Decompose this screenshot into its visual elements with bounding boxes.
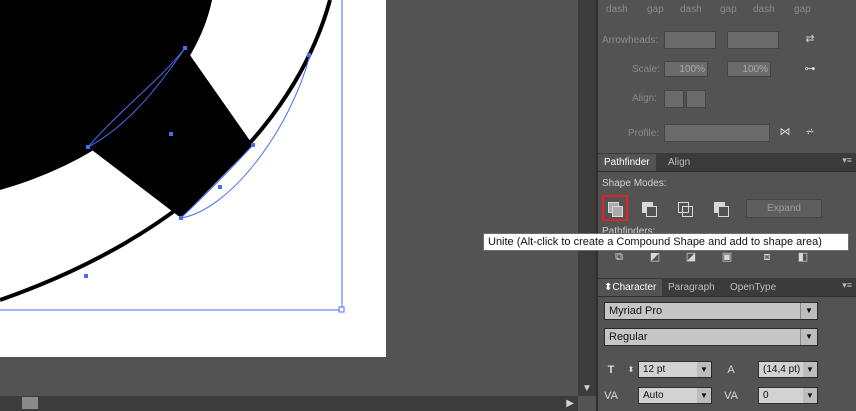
tab-pathfinder[interactable]: Pathfinder bbox=[598, 154, 656, 171]
font-size-value: 12 pt bbox=[643, 364, 666, 375]
scroll-down-arrow-icon[interactable]: ▼ bbox=[582, 383, 592, 394]
artwork[interactable] bbox=[0, 0, 578, 396]
dash-label: dash bbox=[680, 4, 702, 15]
trim-icon[interactable]: ◩ bbox=[646, 249, 664, 265]
kerning-field[interactable]: Auto bbox=[638, 387, 700, 404]
gap-label: gap bbox=[720, 4, 737, 15]
character-tabbar: ⬍Character Paragraph OpenType ▾≡ bbox=[598, 278, 856, 297]
pathfinder-tabbar: Pathfinder Align ▾≡ bbox=[598, 153, 856, 172]
tab-character[interactable]: ⬍Character bbox=[598, 279, 663, 296]
tab-character-label: Character bbox=[612, 282, 657, 293]
chevron-down-icon[interactable]: ▼ bbox=[803, 388, 817, 403]
unite-tooltip: Unite (Alt-click to create a Compound Sh… bbox=[483, 233, 849, 251]
panel-menu-icon[interactable]: ▾≡ bbox=[842, 280, 852, 291]
horizontal-scrollbar[interactable]: ▶ bbox=[0, 396, 578, 411]
expand-button[interactable]: Expand bbox=[746, 199, 822, 218]
unite-highlight bbox=[602, 195, 628, 221]
leading-icon: A bbox=[727, 364, 735, 376]
arrowheads-label: Arrowheads: bbox=[602, 35, 659, 46]
minus-back-icon[interactable]: ◧ bbox=[794, 249, 812, 265]
tab-align[interactable]: Align bbox=[662, 154, 696, 171]
leading-field[interactable]: (14,4 pt) bbox=[758, 361, 806, 378]
minus-front-icon[interactable] bbox=[640, 200, 658, 217]
leading-value: (14,4 pt) bbox=[763, 364, 801, 375]
kerning-dropdown[interactable]: ▼ bbox=[697, 387, 712, 404]
tab-opentype[interactable]: OpenType bbox=[724, 279, 782, 296]
chevron-down-icon[interactable]: ▼ bbox=[803, 362, 817, 377]
kerning-value: Auto bbox=[643, 390, 664, 401]
intersect-icon[interactable] bbox=[676, 200, 694, 217]
scroll-thumb[interactable] bbox=[22, 397, 38, 409]
font-style-value: Regular bbox=[609, 331, 648, 343]
leading-dropdown[interactable]: ▼ bbox=[803, 361, 818, 378]
profile-dropdown[interactable] bbox=[664, 124, 770, 142]
font-size-field[interactable]: 12 pt bbox=[638, 361, 700, 378]
tracking-icon: VA bbox=[724, 390, 738, 402]
chevron-down-icon[interactable]: ▼ bbox=[697, 388, 711, 403]
outline-icon[interactable]: ⧈ bbox=[758, 249, 776, 265]
align-label: Align: bbox=[632, 93, 658, 104]
dash-label: dash bbox=[606, 4, 628, 15]
document-canvas[interactable] bbox=[0, 0, 578, 396]
arrowhead-end-dropdown[interactable] bbox=[727, 31, 779, 49]
dash-label: dash bbox=[753, 4, 775, 15]
arrowhead-start-dropdown[interactable] bbox=[664, 31, 716, 49]
tab-paragraph[interactable]: Paragraph bbox=[662, 279, 721, 296]
align-arrow-end-button[interactable] bbox=[686, 90, 706, 108]
tracking-value: 0 bbox=[763, 390, 769, 401]
tracking-dropdown[interactable]: ▼ bbox=[803, 387, 818, 404]
kerning-icon: VA bbox=[604, 390, 618, 402]
font-family-value: Myriad Pro bbox=[609, 305, 663, 317]
divide-icon[interactable]: ⧉ bbox=[610, 249, 628, 265]
character-panel: ⬍Character Paragraph OpenType ▾≡ Myriad … bbox=[598, 278, 856, 411]
stroke-panel: dash gap dash gap dash gap Arrowheads: ⇄… bbox=[598, 0, 856, 152]
swap-arrowheads-icon[interactable]: ⇄ bbox=[801, 31, 819, 47]
exclude-icon[interactable] bbox=[712, 200, 730, 217]
panel-menu-icon[interactable]: ▾≡ bbox=[842, 155, 852, 166]
flip-across-icon[interactable]: ⩫ bbox=[801, 124, 819, 140]
spinner-icon[interactable]: ⬍ bbox=[622, 362, 640, 378]
scale-start-field[interactable]: 100% bbox=[664, 61, 708, 77]
gap-label: gap bbox=[794, 4, 811, 15]
scale-label: Scale: bbox=[632, 64, 660, 75]
crop-icon[interactable]: ▣ bbox=[718, 249, 736, 265]
chevron-down-icon[interactable]: ▼ bbox=[697, 362, 711, 377]
chevron-down-icon[interactable]: ▼ bbox=[800, 329, 817, 345]
flip-along-icon[interactable]: ⋈ bbox=[776, 124, 794, 140]
gap-label: gap bbox=[647, 4, 664, 15]
font-family-dropdown[interactable]: Myriad Pro ▼ bbox=[604, 302, 818, 320]
font-size-icon: T bbox=[607, 364, 615, 376]
profile-label: Profile: bbox=[628, 128, 660, 139]
font-style-dropdown[interactable]: Regular ▼ bbox=[604, 328, 818, 346]
merge-icon[interactable]: ◪ bbox=[682, 249, 700, 265]
shape-modes-label: Shape Modes: bbox=[602, 178, 667, 189]
tracking-field[interactable]: 0 bbox=[758, 387, 806, 404]
pathfinder-panel: Pathfinder Align ▾≡ Shape Modes: Expand … bbox=[598, 153, 856, 273]
font-size-dropdown[interactable]: ▼ bbox=[697, 361, 712, 378]
scroll-right-arrow-icon[interactable]: ▶ bbox=[566, 398, 574, 409]
chevron-down-icon[interactable]: ▼ bbox=[800, 303, 817, 319]
vertical-scrollbar[interactable]: ▼ bbox=[578, 0, 596, 396]
align-arrow-tip-button[interactable] bbox=[664, 90, 684, 108]
scale-end-field[interactable]: 100% bbox=[727, 61, 771, 77]
link-scale-icon[interactable]: ⊶ bbox=[801, 61, 819, 77]
bbox-handle bbox=[338, 306, 345, 313]
